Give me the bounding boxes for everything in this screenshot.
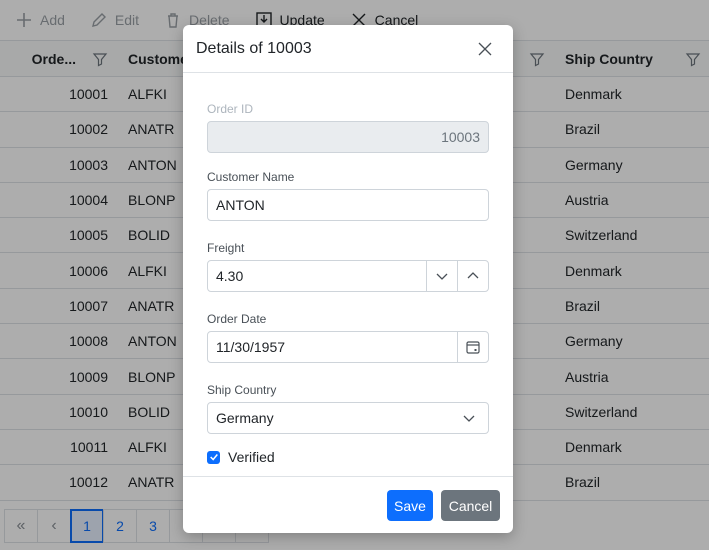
order-date-label: Order Date: [207, 312, 267, 326]
dialog-title: Details of 10003: [196, 39, 312, 57]
order-date-input[interactable]: 11/30/1957: [207, 331, 489, 363]
page: Add Edit Delete Update Cancel Orde... Cu…: [0, 0, 709, 550]
verified-checkbox[interactable]: [207, 450, 220, 464]
order-id-field: 10003: [207, 121, 489, 153]
close-icon[interactable]: [477, 41, 493, 57]
customer-name-label: Customer Name: [207, 170, 295, 184]
freight-label: Freight: [207, 241, 245, 255]
dialog-cancel-button[interactable]: Cancel: [441, 490, 500, 521]
chevron-up-icon: [467, 272, 479, 279]
dialog-footer: Save Cancel: [183, 476, 513, 533]
order-id-label: Order ID: [207, 102, 254, 116]
freight-increment-button[interactable]: [457, 261, 488, 291]
dialog-body: Order ID 10003 Customer Name ANTON Freig…: [183, 73, 513, 465]
order-id-value: 10003: [441, 129, 480, 145]
ship-country-value: Germany: [216, 410, 274, 426]
order-date-value: 11/30/1957: [216, 339, 286, 355]
freight-numeric-input[interactable]: 4.30: [207, 260, 489, 292]
check-icon: [209, 454, 218, 461]
dialog-header: Details of 10003: [183, 25, 513, 73]
freight-value: 4.30: [216, 268, 244, 284]
calendar-icon: [466, 341, 480, 354]
verified-label: Verified: [228, 449, 275, 465]
customer-name-value: ANTON: [216, 197, 265, 213]
ship-country-label: Ship Country: [207, 383, 277, 397]
ship-country-dropdown[interactable]: Germany: [207, 402, 489, 434]
customer-name-input[interactable]: ANTON: [207, 189, 489, 221]
save-button[interactable]: Save: [387, 490, 433, 521]
chevron-down-icon: [463, 415, 475, 422]
date-picker-button[interactable]: [457, 332, 488, 362]
chevron-down-icon: [436, 273, 448, 280]
edit-dialog: Details of 10003 Order ID 10003 Customer…: [183, 25, 513, 533]
freight-decrement-button[interactable]: [426, 261, 457, 291]
verified-checkbox-row[interactable]: Verified: [207, 449, 489, 465]
